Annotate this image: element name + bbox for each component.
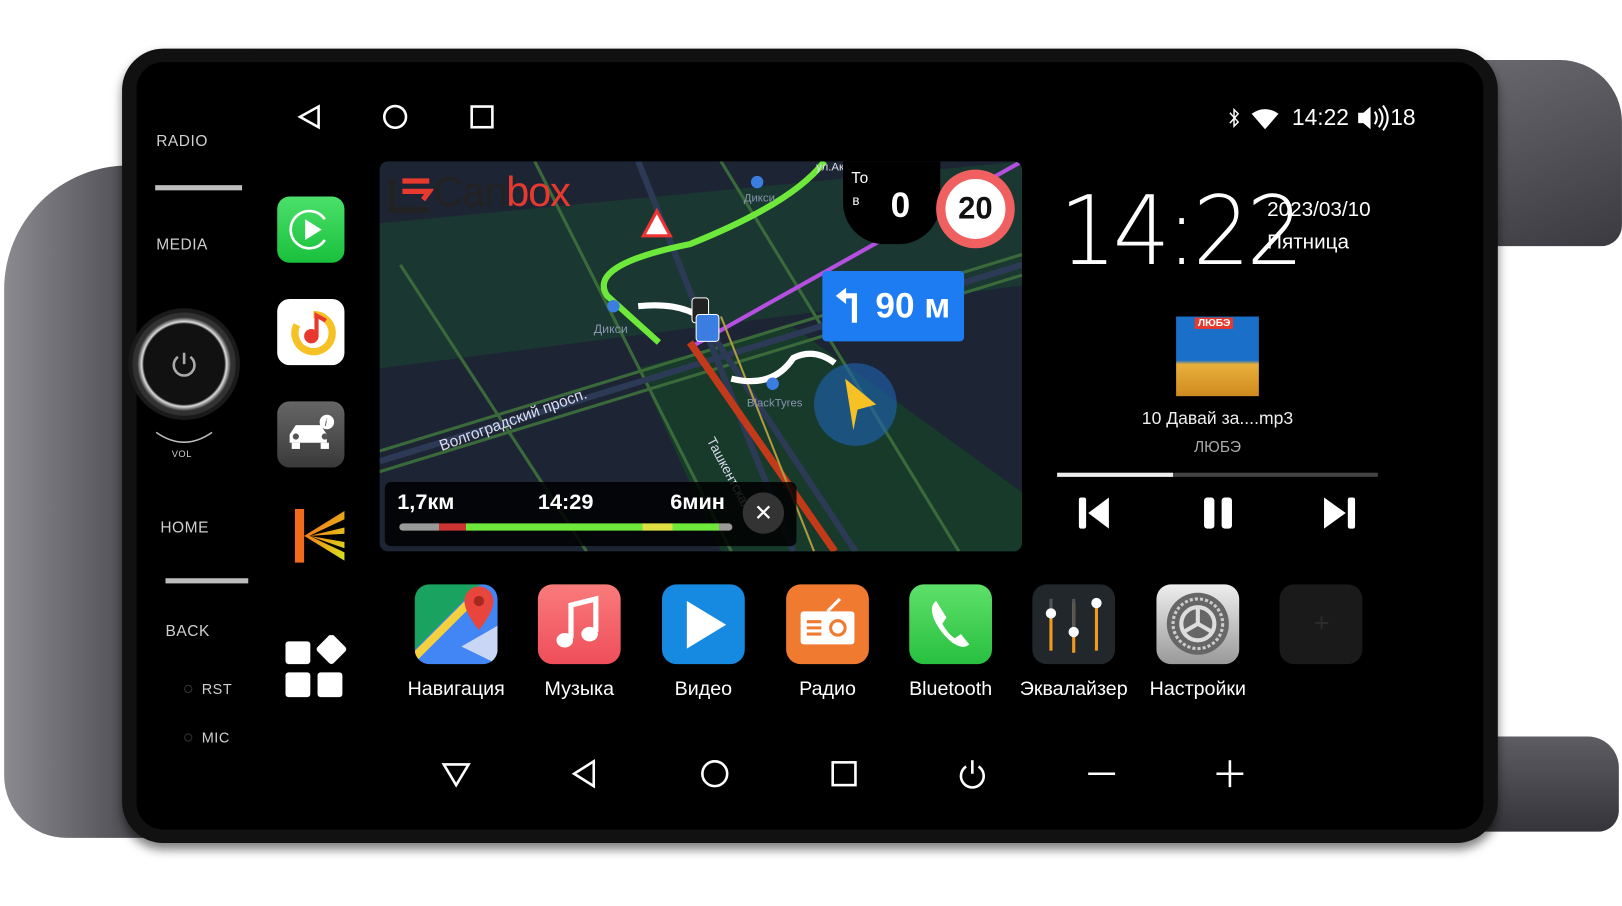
mic-hole xyxy=(184,733,193,742)
logo-text: Can xyxy=(433,169,507,216)
dock-app-equalizer[interactable] xyxy=(1032,584,1116,665)
car-info-app[interactable]: i xyxy=(277,401,345,468)
clock-date: 2023/03/10 xyxy=(1267,198,1371,222)
home-nav-button[interactable] xyxy=(382,103,409,130)
power-volume-knob[interactable] xyxy=(132,312,236,416)
app-grid-icon xyxy=(285,634,347,698)
navigation-map-widget[interactable]: Волгоградский просп. Дикси Дикси BlackTy… xyxy=(379,161,1022,552)
track-progress[interactable] xyxy=(1057,472,1378,477)
all-apps-button[interactable] xyxy=(283,634,349,699)
radio-icon xyxy=(800,597,855,645)
close-icon: ✕ xyxy=(753,499,773,526)
kinopoisk-icon xyxy=(294,508,345,563)
vol-arc-icon xyxy=(155,431,213,443)
radio-button[interactable]: RADIO xyxy=(156,132,208,150)
dock-app-bluetooth[interactable] xyxy=(909,584,992,665)
poi-label: Дикси xyxy=(593,321,628,337)
dock-label[interactable]: Bluetooth xyxy=(883,679,1017,702)
clock-time: 14:22 xyxy=(1059,175,1304,287)
album-art-label: ЛЮБЭ xyxy=(1194,317,1234,329)
power-icon xyxy=(172,352,196,377)
current-speed: 0 xyxy=(890,186,911,226)
dock-label[interactable]: Настройки xyxy=(1131,679,1265,702)
divider xyxy=(165,578,249,584)
carplay-icon xyxy=(289,209,326,250)
route-distance: 1,7км xyxy=(397,490,455,515)
route-progress-bar xyxy=(399,523,733,531)
wifi-icon xyxy=(1251,109,1279,130)
settings-icon xyxy=(1166,592,1229,655)
carplay-app[interactable] xyxy=(277,196,345,263)
media-button[interactable]: MEDIA xyxy=(156,236,208,254)
home-button[interactable]: HOME xyxy=(160,519,209,537)
route-duration: 6мин xyxy=(670,490,725,515)
home-nav-button[interactable] xyxy=(699,758,730,789)
turn-instruction: 90 м xyxy=(822,271,965,342)
turn-distance: 90 м xyxy=(875,286,951,326)
dock-app-settings[interactable] xyxy=(1156,584,1240,665)
poi-label: Дикси xyxy=(743,192,775,205)
rst-label: RST xyxy=(201,680,233,698)
bluetooth-icon xyxy=(1229,107,1240,128)
vol-label: VOL xyxy=(171,448,192,460)
volume-icon[interactable] xyxy=(1356,103,1391,132)
dock-label[interactable]: Эквалайзер xyxy=(1006,679,1140,702)
track-title: 10 Давай за....mp3 xyxy=(1141,408,1294,429)
music-note-icon xyxy=(291,310,336,356)
speed-label: в xyxy=(852,192,860,208)
dock-app-music[interactable] xyxy=(537,584,621,665)
power-button[interactable] xyxy=(957,758,988,789)
phone-icon xyxy=(931,600,970,647)
equalizer-icon xyxy=(1045,597,1102,653)
current-speed-panel: То в 0 xyxy=(843,161,941,245)
close-route-button[interactable]: ✕ xyxy=(742,492,785,534)
recents-nav-button[interactable] xyxy=(829,758,860,789)
logo-text: box xyxy=(506,169,571,216)
plus-icon: + xyxy=(1313,607,1330,639)
pause-button[interactable] xyxy=(1200,494,1237,531)
route-info-bar: 1,7км 14:29 6мин ✕ xyxy=(384,482,797,547)
back-nav-button[interactable] xyxy=(296,103,323,130)
status-time: 14:22 xyxy=(1291,104,1349,131)
dock-label[interactable]: Музыка xyxy=(512,679,646,702)
recents-nav-button[interactable] xyxy=(469,103,496,130)
car-info-icon: i xyxy=(289,414,335,449)
dock-app-navigation[interactable] xyxy=(414,584,498,665)
album-art[interactable]: ЛЮБЭ xyxy=(1176,316,1259,397)
dock-app-radio[interactable] xyxy=(786,584,869,665)
speed-limit-sign: 20 xyxy=(936,169,1015,249)
back-button[interactable]: BACK xyxy=(166,623,210,641)
next-track-button[interactable] xyxy=(1321,494,1358,531)
poi-label: BlackTyres xyxy=(746,397,803,410)
dock-label[interactable]: Видео xyxy=(636,679,770,702)
speed-label: То xyxy=(851,169,869,188)
canbox-logo-icon xyxy=(388,177,434,213)
back-nav-button[interactable] xyxy=(569,758,600,789)
track-progress-fill xyxy=(1057,472,1173,477)
previous-track-button[interactable] xyxy=(1076,494,1113,531)
kinopoisk-app[interactable] xyxy=(294,508,347,563)
mic-label: MIC xyxy=(201,729,230,746)
volume-level: 18 xyxy=(1390,104,1416,131)
video-icon xyxy=(686,600,727,649)
route-eta: 14:29 xyxy=(537,490,594,515)
dock-label[interactable]: Навигация xyxy=(389,679,523,702)
dock-app-video[interactable] xyxy=(662,584,745,665)
clock-weekday: Пятница xyxy=(1267,230,1350,254)
music-player-app[interactable] xyxy=(277,298,345,366)
hide-bar-button[interactable] xyxy=(441,758,472,789)
svg-text:Волгоградский просп.: Волгоградский просп. xyxy=(437,386,589,455)
rst-hole[interactable] xyxy=(184,684,193,694)
track-artist: ЛЮБЭ xyxy=(1193,438,1242,457)
volume-up-button[interactable] xyxy=(1214,758,1245,789)
volume-down-button[interactable] xyxy=(1086,758,1117,789)
turn-left-icon xyxy=(836,287,858,323)
dock-add-slot[interactable]: + xyxy=(1279,584,1363,665)
canbox-logo: Can box xyxy=(388,169,571,217)
dock-label[interactable]: Радио xyxy=(760,679,894,702)
maps-icon xyxy=(414,586,498,665)
music-icon xyxy=(556,595,599,648)
street-label: ул.Ак xyxy=(816,161,844,174)
divider xyxy=(155,185,243,191)
